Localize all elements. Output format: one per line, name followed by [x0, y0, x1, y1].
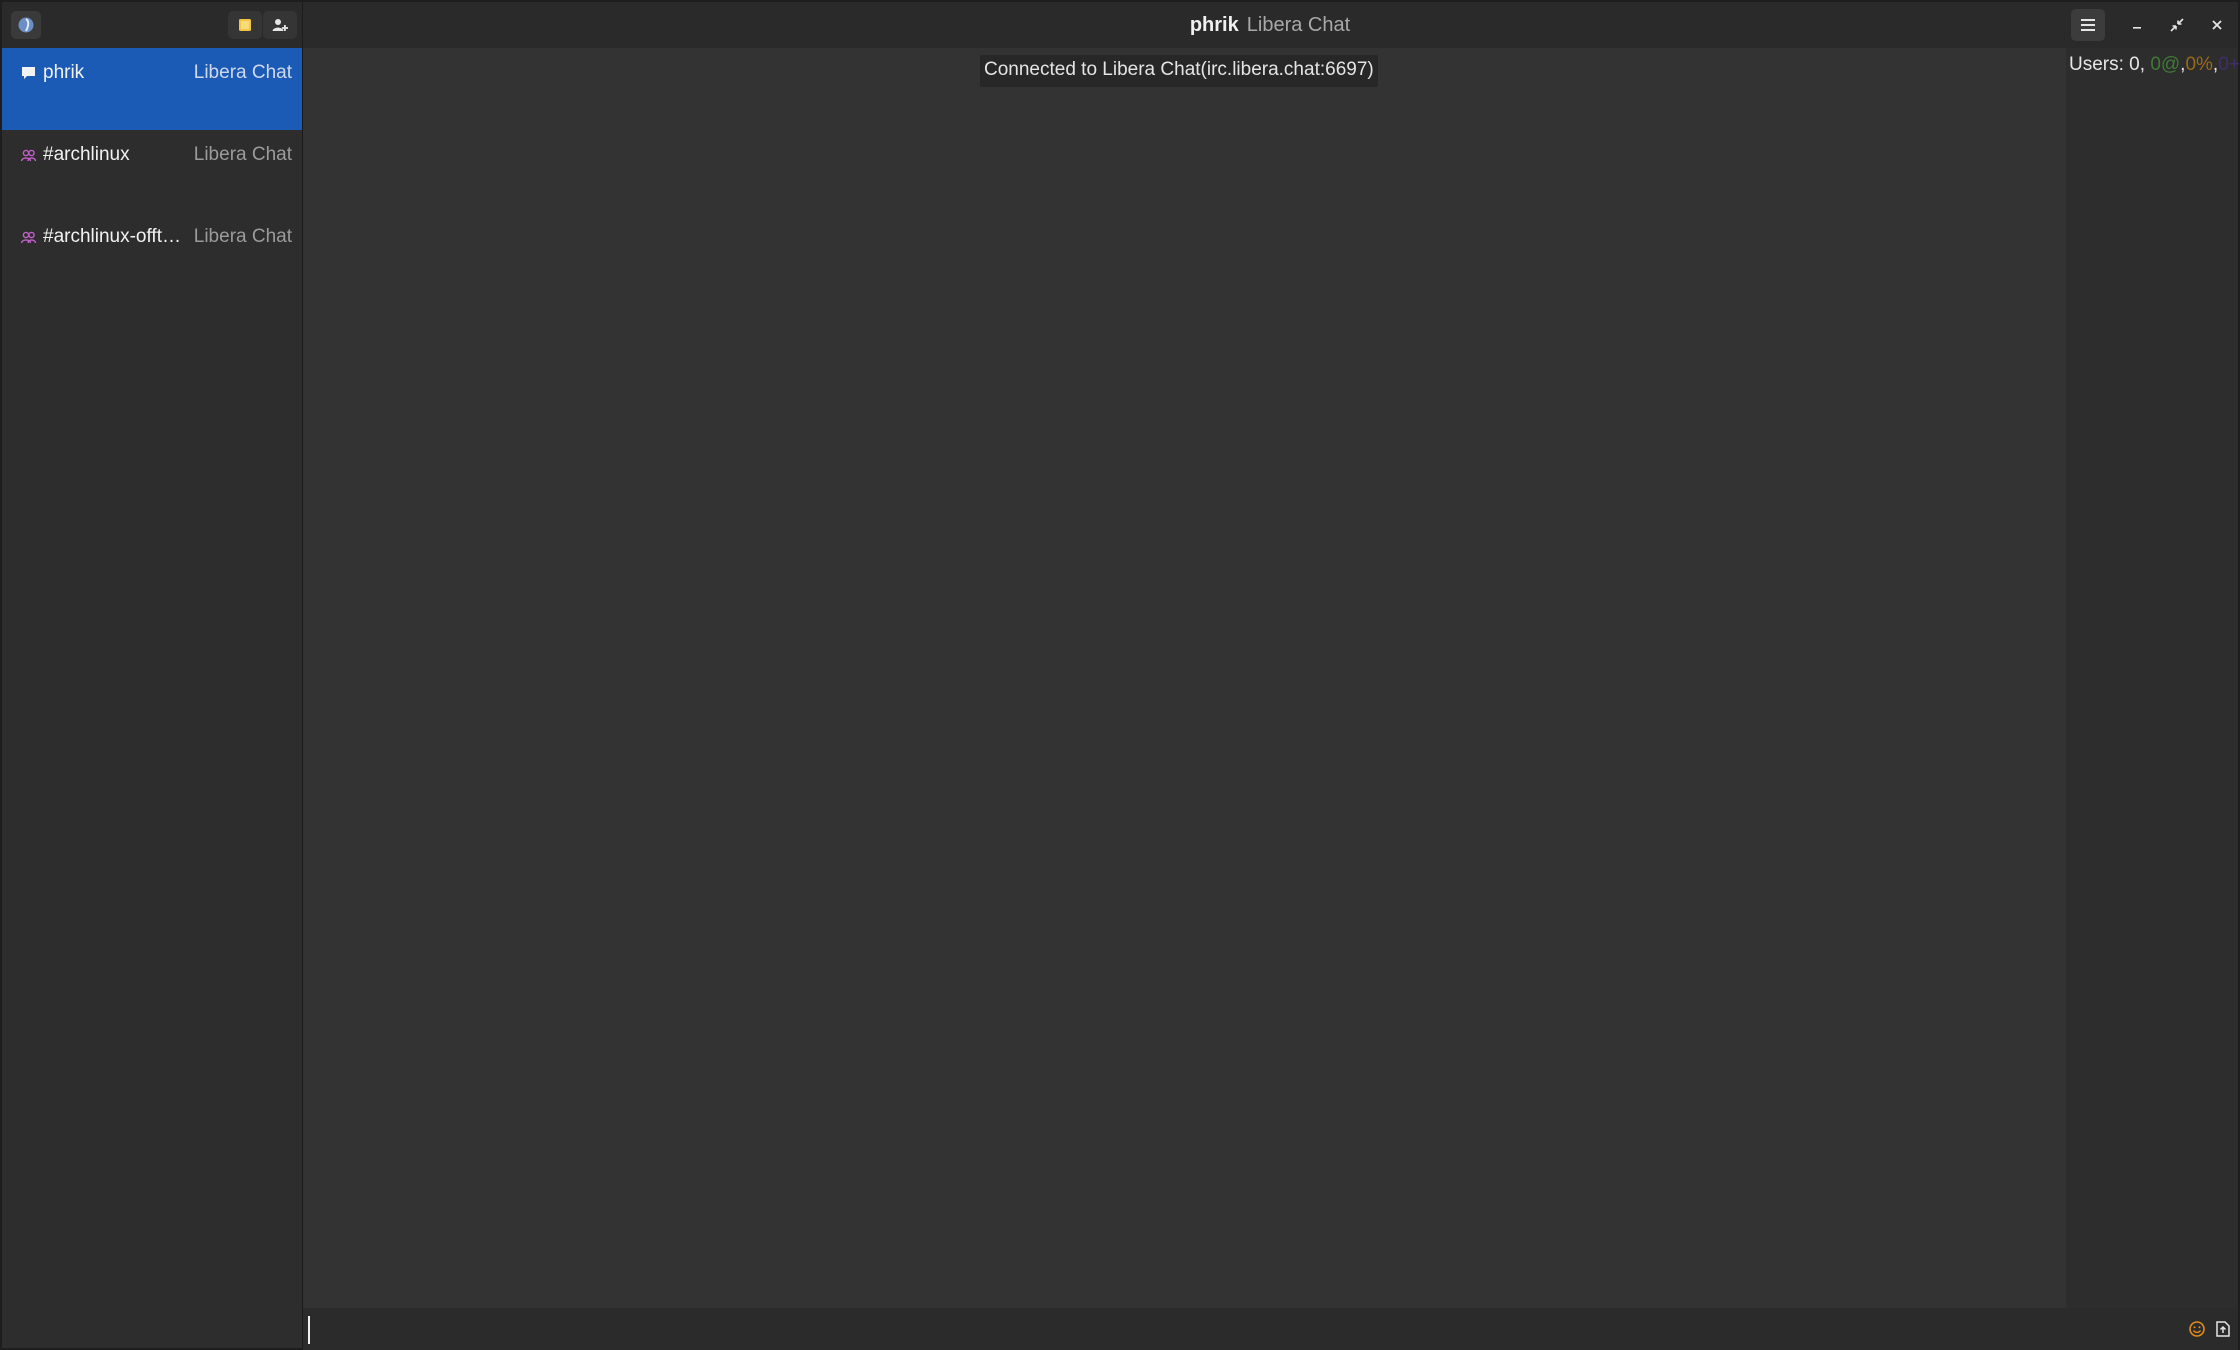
app-menu-button[interactable]: [11, 11, 41, 39]
connection-status-message: Connected to Libera Chat(irc.libera.chat…: [980, 55, 1378, 87]
emoji-icon: [2189, 1321, 2205, 1337]
conversation-name: #archlinux: [43, 144, 130, 165]
attach-file-button[interactable]: [2213, 1319, 2233, 1339]
title-channel: phrik: [1189, 13, 1239, 36]
restore-icon: [2170, 18, 2184, 32]
ops-count: 0@: [2150, 54, 2181, 75]
title-network: Libera Chat: [1246, 13, 1351, 36]
minimize-button[interactable]: [2122, 10, 2152, 40]
user-count-summary: Users: 0, 0@,0%,0+: [2069, 54, 2240, 76]
channel-users-icon: [20, 149, 37, 162]
hamburger-menu-icon: [2081, 19, 2095, 31]
add-user-icon: [272, 19, 288, 31]
message-input[interactable]: [303, 1308, 2178, 1350]
user-list-panel[interactable]: Users: 0, 0@,0%,0+: [2066, 48, 2240, 1308]
message-input-bar: [303, 1308, 2238, 1350]
minimize-icon: [2133, 27, 2141, 29]
notes-button[interactable]: [228, 11, 262, 39]
conversation-item-phrik[interactable]: phrik Libera Chat: [2, 48, 302, 130]
conversation-network: Libera Chat: [193, 226, 292, 247]
close-icon: [2212, 20, 2222, 30]
close-button[interactable]: [2202, 10, 2232, 40]
conversation-name: phrik: [43, 62, 85, 83]
users-label: Users: 0,: [2069, 54, 2151, 75]
attach-file-icon: [2216, 1321, 2230, 1337]
hexchat-app-icon: [18, 17, 34, 33]
conversation-item-archlinux-offtopic[interactable]: #archlinux-offtopic Libera Chat: [2, 212, 302, 294]
add-user-button[interactable]: [263, 11, 297, 39]
halfops-count: 0%: [2185, 54, 2213, 75]
conversation-name: #archlinux-offtopic: [43, 226, 191, 247]
notes-icon: [239, 19, 251, 31]
main-menu-button[interactable]: [2071, 9, 2105, 41]
conversation-network: Libera Chat: [193, 62, 292, 83]
conversation-sidebar: phrik Libera Chat #archlinux Libera Chat…: [2, 48, 303, 1348]
chat-bubble-icon: [22, 67, 35, 79]
restore-button[interactable]: [2162, 10, 2192, 40]
voiced-count: 0+: [2218, 54, 2240, 75]
window-title: phrik Libera Chat: [302, 2, 2238, 48]
header-bar: phrik Libera Chat: [2, 2, 2238, 49]
conversation-network: Libera Chat: [193, 144, 292, 165]
channel-users-icon: [20, 231, 37, 244]
conversation-item-archlinux[interactable]: #archlinux Libera Chat: [2, 130, 302, 212]
header-left: [2, 2, 303, 48]
text-caret: [308, 1316, 310, 1344]
chat-view[interactable]: Connected to Libera Chat(irc.libera.chat…: [303, 48, 2066, 1308]
emoji-button[interactable]: [2187, 1319, 2207, 1339]
app-window: phrik Libera Chat phrik Libera Chat #arc…: [0, 0, 2240, 1350]
